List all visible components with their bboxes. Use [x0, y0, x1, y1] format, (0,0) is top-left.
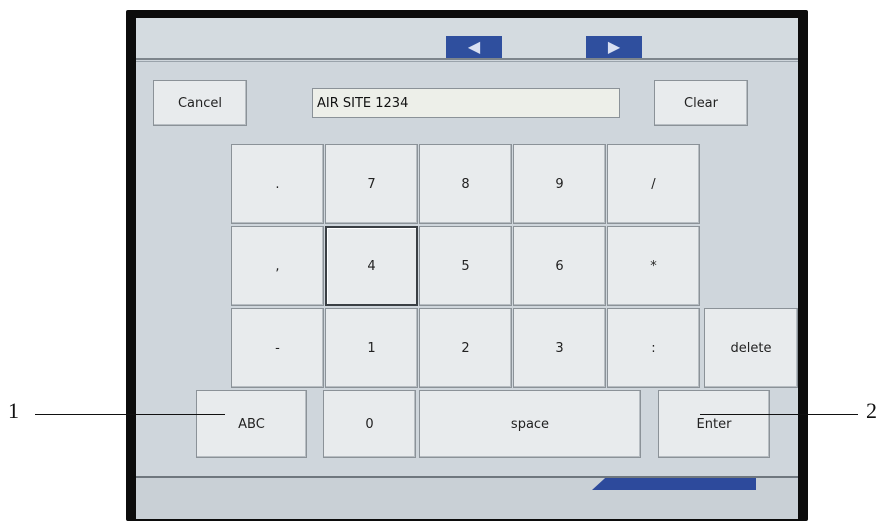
nav-next-button[interactable]: ▶: [586, 36, 642, 58]
key-comma[interactable]: ,: [231, 226, 324, 306]
key-4[interactable]: 4: [325, 226, 418, 306]
panel-divider: [136, 61, 798, 62]
left-arrow-icon: ◀: [467, 37, 481, 56]
brand-logo: [592, 478, 756, 490]
callout-line-right: [700, 414, 858, 415]
text-entry-field[interactable]: AIR SITE 1234: [312, 88, 620, 118]
key-colon[interactable]: :: [607, 308, 700, 388]
cancel-button[interactable]: Cancel: [153, 80, 247, 126]
key-slash[interactable]: /: [607, 144, 700, 224]
key-dash[interactable]: -: [231, 308, 324, 388]
callout-number-right: 2: [866, 398, 877, 423]
abc-button[interactable]: ABC: [196, 390, 307, 458]
right-arrow-icon: ▶: [607, 37, 621, 56]
touchscreen: ◀ ▶ Cancel AIR SITE 1234 Clear . 7 8 9 /…: [136, 18, 798, 519]
space-button[interactable]: space: [419, 390, 641, 458]
key-5[interactable]: 5: [419, 226, 512, 306]
key-asterisk[interactable]: *: [607, 226, 700, 306]
delete-button[interactable]: delete: [704, 308, 798, 388]
key-1[interactable]: 1: [325, 308, 418, 388]
key-3[interactable]: 3: [513, 308, 606, 388]
clear-button[interactable]: Clear: [654, 80, 748, 126]
key-period[interactable]: .: [231, 144, 324, 224]
nav-prev-button[interactable]: ◀: [446, 36, 502, 58]
callout-line-left: [35, 414, 225, 415]
key-6[interactable]: 6: [513, 226, 606, 306]
key-7[interactable]: 7: [325, 144, 418, 224]
key-9[interactable]: 9: [513, 144, 606, 224]
enter-button[interactable]: Enter: [658, 390, 770, 458]
callout-number-left: 1: [8, 398, 19, 423]
key-2[interactable]: 2: [419, 308, 512, 388]
top-bar: ◀ ▶: [136, 18, 798, 60]
key-8[interactable]: 8: [419, 144, 512, 224]
key-0[interactable]: 0: [323, 390, 416, 458]
